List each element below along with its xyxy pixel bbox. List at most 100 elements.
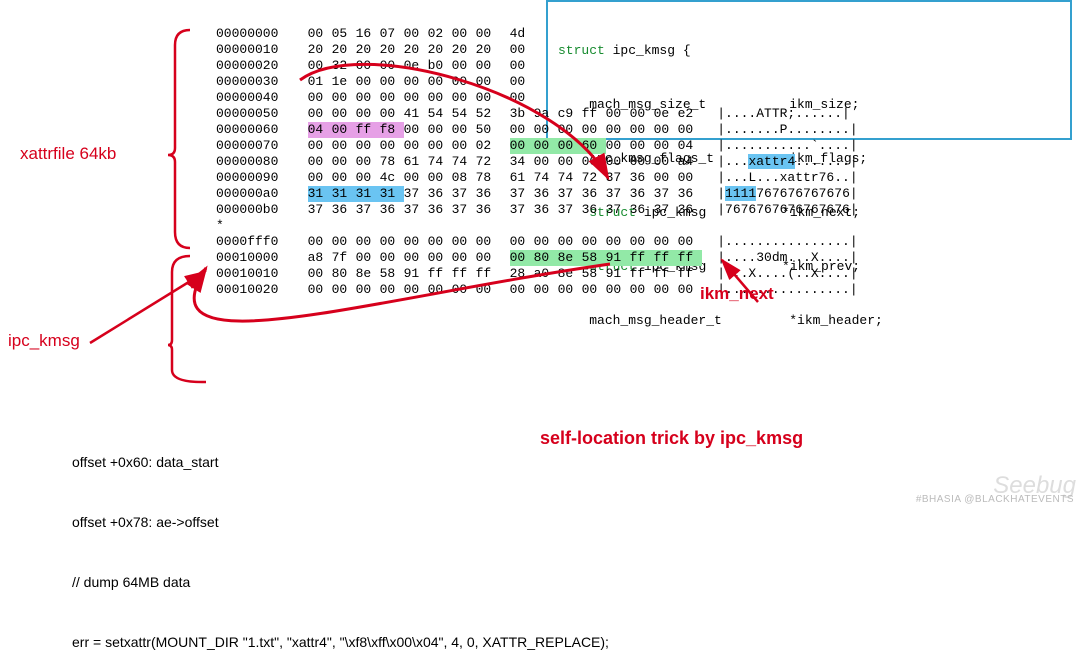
hex-byte: 00 <box>678 122 702 138</box>
hex-byte: 00 <box>452 122 476 138</box>
hex-row: * <box>216 218 858 234</box>
hex-byte: 00 <box>582 234 606 250</box>
hex-byte: 00 <box>428 122 452 138</box>
hex-byte: 36 <box>380 202 404 218</box>
hex-byte: 60 <box>582 138 606 154</box>
hex-byte: a0 <box>534 266 558 282</box>
hex-byte: 00 <box>308 106 332 122</box>
hex-byte: 36 <box>678 202 702 218</box>
hex-byte: 8e <box>558 266 582 282</box>
hex-byte: 4d <box>510 26 534 42</box>
hex-byte: 20 <box>380 42 404 58</box>
hex-byte: 36 <box>476 186 500 202</box>
hex-byte: 58 <box>582 266 606 282</box>
hex-byte: 36 <box>534 186 558 202</box>
hex-byte: 00 <box>452 58 476 74</box>
hex-byte: 00 <box>428 250 452 266</box>
hex-byte: 20 <box>356 42 380 58</box>
hex-byte: 00 <box>630 234 654 250</box>
hex-row: 00000020 003200000eb0000000 <box>216 58 858 74</box>
hex-byte: 80 <box>332 266 356 282</box>
hex-byte: 00 <box>510 282 534 298</box>
hex-byte: 00 <box>476 74 500 90</box>
hex-byte: 52 <box>476 106 500 122</box>
hex-byte: 00 <box>534 282 558 298</box>
hex-byte: 00 <box>582 122 606 138</box>
hex-byte: 36 <box>630 170 654 186</box>
hex-byte: 58 <box>380 266 404 282</box>
hex-byte: 72 <box>582 170 606 186</box>
hex-byte: 04 <box>678 138 702 154</box>
label-ikm-next: ikm_next <box>700 286 774 302</box>
hex-byte: 72 <box>476 154 500 170</box>
hex-offset: 00010010 <box>216 266 292 282</box>
hex-byte: 00 <box>308 266 332 282</box>
hex-byte: 00 <box>452 138 476 154</box>
hex-byte: 00 <box>678 170 702 186</box>
hex-offset: 00000070 <box>216 138 292 154</box>
hex-byte: 8e <box>356 266 380 282</box>
hex-byte: 00 <box>308 138 332 154</box>
hex-byte: 00 <box>476 282 500 298</box>
hex-byte: 00 <box>630 154 654 170</box>
hex-byte: 1e <box>332 74 356 90</box>
hex-byte: 00 <box>308 154 332 170</box>
hex-row: 00000040 000000000000000000 <box>216 90 858 106</box>
hex-byte: 36 <box>332 202 356 218</box>
hex-byte: 00 <box>558 282 582 298</box>
hex-byte: 00 <box>558 234 582 250</box>
hex-byte: 02 <box>476 138 500 154</box>
hex-byte: 00 <box>534 122 558 138</box>
hex-byte: 00 <box>308 58 332 74</box>
hex-byte: 9a <box>534 106 558 122</box>
hex-byte: 00 <box>332 234 356 250</box>
hex-byte: 00 <box>356 58 380 74</box>
hex-row: 000000b0 3736373637363736373637363736373… <box>216 202 858 218</box>
hex-byte: 00 <box>380 74 404 90</box>
hex-byte: 00 <box>380 282 404 298</box>
note-line: offset +0x78: ae->offset <box>72 512 609 532</box>
hex-byte: 00 <box>654 234 678 250</box>
hex-byte: 36 <box>582 186 606 202</box>
hex-byte: 7f <box>332 250 356 266</box>
hex-byte: 37 <box>308 202 332 218</box>
hex-byte: 00 <box>606 106 630 122</box>
hex-byte: 00 <box>654 138 678 154</box>
hex-byte: 37 <box>654 186 678 202</box>
hex-byte: 00 <box>452 250 476 266</box>
field-type: mach_msg_header_t <box>589 312 789 330</box>
hex-byte: 00 <box>606 138 630 154</box>
hex-byte: 37 <box>404 186 428 202</box>
hex-byte: 00 <box>510 42 534 58</box>
hex-byte: 00 <box>606 154 630 170</box>
hex-byte: 00 <box>404 122 428 138</box>
hex-byte: c9 <box>558 106 582 122</box>
hex-row: 00000010 202020202020202000 <box>216 42 858 58</box>
hex-row: 00000030 011e00000000000000 <box>216 74 858 90</box>
hex-offset: 00000040 <box>216 90 292 106</box>
hex-ascii: |1111767676767676| <box>717 186 857 202</box>
hex-byte: 00 <box>308 234 332 250</box>
hex-byte: 00 <box>678 234 702 250</box>
hex-byte: 00 <box>606 234 630 250</box>
hex-byte: 00 <box>558 154 582 170</box>
hex-row: 00000070 0000000000000002000000600000000… <box>216 138 858 154</box>
hex-byte: 00 <box>356 74 380 90</box>
hex-byte: 00 <box>654 154 678 170</box>
hex-byte: 00 <box>510 90 534 106</box>
hex-byte: a8 <box>308 250 332 266</box>
hex-row: 00000080 000000786174747234000000000000a… <box>216 154 858 170</box>
hex-byte: 00 <box>428 138 452 154</box>
watermark-tag: #BHASIA @BLACKHATEVENTS <box>916 492 1074 508</box>
hex-byte: 00 <box>356 282 380 298</box>
hex-byte: 58 <box>582 250 606 266</box>
hex-byte: ff <box>678 250 702 266</box>
hex-byte: 31 <box>308 186 332 202</box>
hex-byte: 00 <box>510 74 534 90</box>
hex-byte: 28 <box>510 266 534 282</box>
hex-byte: 00 <box>452 90 476 106</box>
hex-byte: 00 <box>332 154 356 170</box>
hex-offset: 00010020 <box>216 282 292 298</box>
hex-byte: 00 <box>476 58 500 74</box>
hex-byte: 00 <box>630 138 654 154</box>
